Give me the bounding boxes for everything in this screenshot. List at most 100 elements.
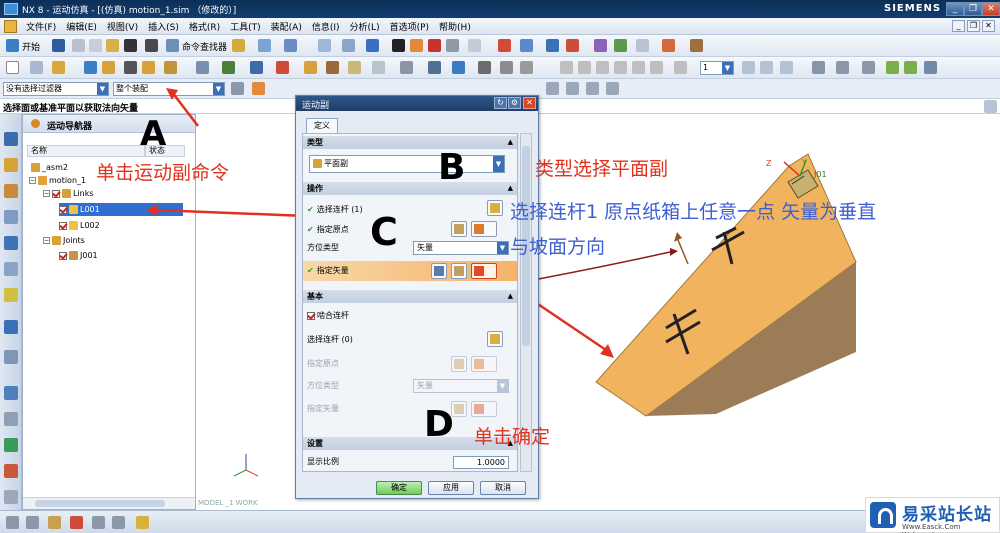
graph-icon[interactable]	[690, 39, 703, 52]
palette-icon[interactable]	[4, 288, 18, 302]
mesh-link-checkbox[interactable]	[307, 311, 315, 320]
collapse-icon[interactable]: ▲	[508, 290, 513, 303]
layer-settings-icon[interactable]	[742, 61, 755, 74]
snap-midpoint-icon[interactable]	[546, 82, 559, 95]
2d-contact-icon[interactable]	[372, 61, 385, 74]
selection-options-icon[interactable]	[231, 82, 244, 95]
trace-icon[interactable]	[478, 61, 491, 74]
copy-icon[interactable]	[89, 39, 102, 52]
delete-icon[interactable]	[124, 39, 137, 52]
quick-pick-icon[interactable]	[136, 516, 149, 529]
menu-file[interactable]: 文件(F)	[21, 20, 61, 33]
menu-help[interactable]: 帮助(H)	[434, 20, 476, 33]
app-menu-icon[interactable]	[4, 19, 17, 33]
marker-icon[interactable]	[594, 39, 607, 52]
visibility-checkbox[interactable]	[52, 189, 60, 198]
remove-icon[interactable]	[904, 61, 917, 74]
tree-node-l002[interactable]: L002	[59, 219, 100, 232]
assembly-navigator-icon[interactable]	[4, 132, 18, 146]
more-tools-icon[interactable]	[924, 61, 937, 74]
scroll-thumb[interactable]	[35, 500, 165, 507]
measure-icon[interactable]	[520, 61, 533, 74]
start-icon[interactable]	[6, 39, 19, 52]
menu-edit[interactable]: 编辑(E)	[61, 20, 102, 33]
system-scene-icon[interactable]	[4, 464, 18, 478]
fit-view-icon[interactable]	[318, 39, 331, 52]
save-icon[interactable]	[52, 39, 65, 52]
reverse-direction-button[interactable]	[431, 263, 447, 279]
function-icon[interactable]	[124, 61, 137, 74]
base-select-link-button[interactable]	[487, 331, 503, 347]
snap-center-icon[interactable]	[566, 82, 579, 95]
selection-mode-icon[interactable]	[6, 516, 19, 529]
vector-dialog-button[interactable]	[451, 263, 467, 279]
system-materials-icon[interactable]	[4, 386, 18, 400]
menu-view[interactable]: 视图(V)	[102, 20, 143, 33]
show-hide-icon[interactable]	[812, 61, 825, 74]
menu-format[interactable]: 格式(R)	[184, 20, 225, 33]
cut-icon[interactable]	[72, 39, 85, 52]
link-create-icon[interactable]	[84, 61, 97, 74]
assembly-scope-select[interactable]: 整个装配 ▼	[113, 82, 225, 96]
solution-icon[interactable]	[400, 61, 413, 74]
hd3d-icon[interactable]	[4, 262, 18, 276]
document-restore-button[interactable]: ❐	[967, 20, 980, 32]
menu-information[interactable]: 信息(I)	[307, 20, 345, 33]
section-view-icon[interactable]	[428, 39, 441, 52]
menu-tools[interactable]: 工具(T)	[225, 20, 266, 33]
cable-icon[interactable]	[222, 61, 235, 74]
interference-icon[interactable]	[500, 61, 513, 74]
window-icon[interactable]	[258, 39, 271, 52]
select-edges-icon[interactable]	[70, 516, 83, 529]
close-window-button[interactable]: ✕	[982, 2, 1000, 16]
damper-icon[interactable]	[636, 39, 649, 52]
paste-icon[interactable]	[106, 39, 119, 52]
joint-create-icon[interactable]	[102, 61, 115, 74]
select-tool-icon[interactable]	[232, 39, 245, 52]
solver-icon[interactable]	[520, 39, 533, 52]
select-components-icon[interactable]	[112, 516, 125, 529]
play-forward-icon[interactable]	[632, 61, 645, 74]
menu-preferences[interactable]: 首选项(P)	[385, 20, 434, 33]
constraint-navigator-icon[interactable]	[4, 158, 18, 172]
play-last-icon[interactable]	[650, 61, 663, 74]
collapse-icon[interactable]: −	[29, 177, 36, 184]
base-select-link-row[interactable]: 选择连杆 (0)	[307, 332, 353, 348]
select-features-icon[interactable]	[26, 516, 39, 529]
bushing-icon[interactable]	[326, 61, 339, 74]
display-scale-input[interactable]: 1.0000	[453, 456, 509, 469]
tree-node-asm[interactable]: _asm2	[31, 161, 68, 174]
gear-pair-icon[interactable]	[196, 61, 209, 74]
sketch-icon[interactable]	[30, 61, 43, 74]
stop-icon[interactable]	[614, 61, 627, 74]
background-icon[interactable]	[446, 39, 459, 52]
group-base[interactable]: 基本 ▲	[303, 290, 517, 303]
vector-inferred-button[interactable]	[471, 263, 497, 279]
3d-contact-icon[interactable]	[348, 61, 361, 74]
rendering-icon[interactable]	[392, 39, 405, 52]
specify-origin-row[interactable]: ✔ 指定原点	[307, 222, 349, 238]
joint-type-select[interactable]: 平面副 ▼	[309, 155, 505, 173]
orientation-type-select[interactable]: 矢量 ▼	[413, 241, 509, 255]
animation-icon[interactable]	[498, 39, 511, 52]
link-icon[interactable]	[546, 39, 559, 52]
group-action[interactable]: 操作 ▲	[303, 182, 517, 195]
zoom-icon[interactable]	[342, 39, 355, 52]
collapse-icon[interactable]: ▲	[508, 136, 513, 149]
selection-filter-select[interactable]: 没有选择过滤器 ▼	[3, 82, 109, 96]
command-finder-icon[interactable]	[166, 39, 179, 52]
tab-definition[interactable]: 定义	[306, 118, 338, 134]
tree-node-joints[interactable]: − Joints	[43, 234, 85, 247]
scalar-force-icon[interactable]	[250, 61, 263, 74]
menu-insert[interactable]: 插入(S)	[143, 20, 184, 33]
wcs-icon[interactable]	[836, 61, 849, 74]
arc-icon[interactable]	[52, 61, 65, 74]
cancel-button[interactable]: 取消	[480, 481, 526, 495]
spring-icon[interactable]	[614, 39, 627, 52]
menu-analysis[interactable]: 分析(L)	[345, 20, 385, 33]
driver-icon[interactable]	[662, 39, 675, 52]
joint-icon[interactable]	[566, 39, 579, 52]
tree-node-links[interactable]: − Links	[43, 187, 94, 200]
dock-icon[interactable]	[984, 100, 997, 113]
undo-icon[interactable]	[145, 39, 158, 52]
